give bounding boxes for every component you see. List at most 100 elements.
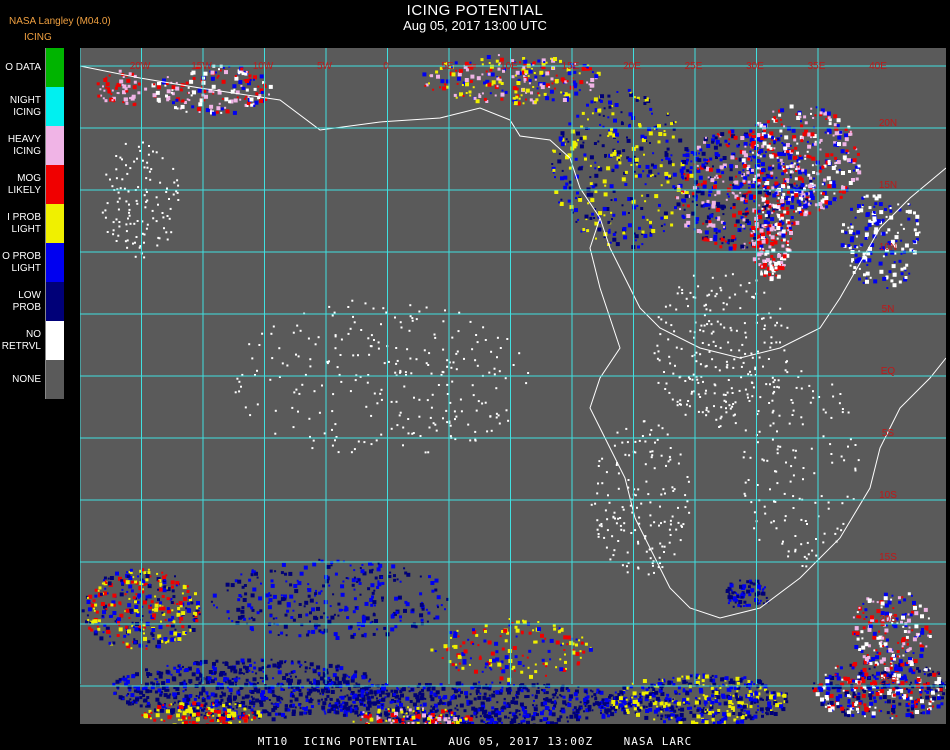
cloud-pixel bbox=[497, 717, 501, 721]
cloud-pixel bbox=[680, 175, 684, 179]
cloud-pixel bbox=[689, 166, 693, 170]
cloud-pixel bbox=[716, 176, 719, 179]
cloud-pixel bbox=[849, 130, 852, 133]
cloud-pixel bbox=[195, 676, 200, 681]
cloud-pixel bbox=[101, 582, 104, 585]
cloud-pixel bbox=[430, 713, 433, 716]
cloud-pixel bbox=[457, 654, 462, 659]
cloud-pixel bbox=[867, 627, 872, 632]
legend-item: NONE bbox=[0, 360, 66, 399]
cloud-pixel bbox=[825, 679, 830, 684]
cloud-pixel bbox=[674, 121, 677, 124]
cloud-pixel bbox=[722, 213, 725, 216]
cloud-pixel bbox=[746, 589, 751, 594]
cloud-pixel bbox=[710, 676, 713, 679]
cloud-pixel bbox=[764, 270, 768, 275]
cloud-pixel bbox=[586, 695, 590, 699]
cloud-pixel bbox=[751, 184, 754, 187]
cloud-pixel bbox=[661, 159, 664, 162]
cloud-pixel bbox=[742, 212, 745, 215]
cloud-pixel bbox=[121, 677, 125, 681]
cloud-pixel bbox=[210, 708, 215, 713]
cloud-pixel bbox=[653, 718, 656, 721]
cloud-pixel bbox=[194, 722, 199, 724]
cloud-pixel bbox=[579, 650, 582, 653]
cloud-pixel bbox=[769, 131, 774, 136]
cloud-pixel bbox=[729, 168, 733, 172]
cloud-pixel bbox=[665, 697, 669, 701]
cloud-pixel bbox=[353, 588, 356, 591]
cloud-pixel bbox=[748, 593, 752, 597]
cloud-pixel bbox=[376, 628, 379, 631]
cloud-pixel bbox=[795, 220, 800, 225]
cloud-pixel bbox=[577, 218, 580, 221]
cloud-pixel bbox=[591, 212, 595, 216]
cloud-pixel bbox=[534, 663, 537, 666]
cloud-pixel bbox=[575, 697, 579, 701]
cloud-pixel bbox=[495, 690, 500, 695]
cloud-pixel bbox=[163, 719, 166, 722]
cloud-pixel bbox=[468, 717, 473, 722]
cloud-pixel bbox=[360, 569, 365, 574]
cloud-pixel bbox=[755, 711, 758, 714]
cloud-pixel bbox=[417, 710, 420, 712]
cloud-pixel bbox=[476, 687, 479, 690]
cloud-pixel bbox=[437, 717, 442, 721]
cloud-pixel bbox=[419, 575, 422, 578]
cloud-pixel bbox=[736, 185, 741, 190]
cloud-pixel bbox=[791, 171, 794, 174]
cloud-pixel bbox=[797, 207, 802, 212]
cloud-pixel bbox=[584, 703, 586, 706]
cloud-pixel bbox=[832, 184, 837, 188]
legend-item: MOG LIKELY bbox=[0, 165, 66, 204]
cloud-pixel bbox=[146, 676, 149, 678]
cloud-pixel bbox=[457, 669, 460, 672]
cloud-pixel bbox=[764, 183, 767, 186]
cloud-pixel bbox=[582, 141, 585, 144]
cloud-pixel bbox=[531, 718, 533, 721]
cloud-pixel bbox=[708, 222, 713, 227]
cloud-pixel bbox=[875, 691, 880, 696]
cloud-pixel bbox=[674, 690, 677, 694]
cloud-pixel bbox=[709, 157, 713, 161]
cloud-pixel bbox=[390, 689, 394, 693]
cloud-pixel bbox=[245, 670, 249, 674]
cloud-pixel bbox=[618, 161, 622, 165]
legend-label: NO RETRVL bbox=[1, 328, 41, 352]
cloud-pixel bbox=[790, 162, 793, 165]
cloud-pixel bbox=[171, 609, 174, 612]
cloud-pixel bbox=[681, 214, 685, 218]
cloud-pixel bbox=[726, 710, 729, 712]
cloud-pixel bbox=[213, 604, 215, 607]
cloud-pixel bbox=[587, 202, 590, 205]
cloud-pixel bbox=[719, 158, 723, 162]
cloud-pixel bbox=[462, 719, 466, 723]
cloud-pixel bbox=[290, 616, 294, 619]
cloud-pixel bbox=[203, 659, 208, 664]
cloud-pixel bbox=[332, 593, 335, 596]
cloud-pixel bbox=[252, 677, 257, 682]
cloud-pixel bbox=[524, 695, 528, 699]
cloud-pixel bbox=[405, 696, 410, 701]
cloud-pixel bbox=[790, 216, 794, 219]
cloud-pixel bbox=[364, 601, 369, 606]
cloud-pixel bbox=[374, 576, 378, 580]
cloud-pixel bbox=[659, 164, 663, 168]
cloud-pixel bbox=[758, 184, 761, 187]
cloud-pixel bbox=[814, 140, 817, 143]
cloud-pixel bbox=[711, 204, 716, 209]
cloud-pixel bbox=[281, 698, 284, 701]
cloud-pixel bbox=[770, 217, 775, 222]
cloud-pixel bbox=[341, 677, 346, 682]
cloud-pixel bbox=[914, 611, 919, 616]
cloud-pixel bbox=[722, 180, 725, 183]
cloud-pixel bbox=[682, 688, 685, 691]
cloud-pixel bbox=[704, 230, 709, 235]
cloud-pixel bbox=[399, 701, 402, 704]
cloud-pixel bbox=[210, 600, 213, 603]
cloud-pixel bbox=[880, 671, 884, 675]
cloud-pixel bbox=[160, 620, 162, 623]
cloud-pixel bbox=[285, 580, 288, 583]
cloud-pixel bbox=[307, 588, 309, 590]
cloud-pixel bbox=[119, 613, 124, 618]
